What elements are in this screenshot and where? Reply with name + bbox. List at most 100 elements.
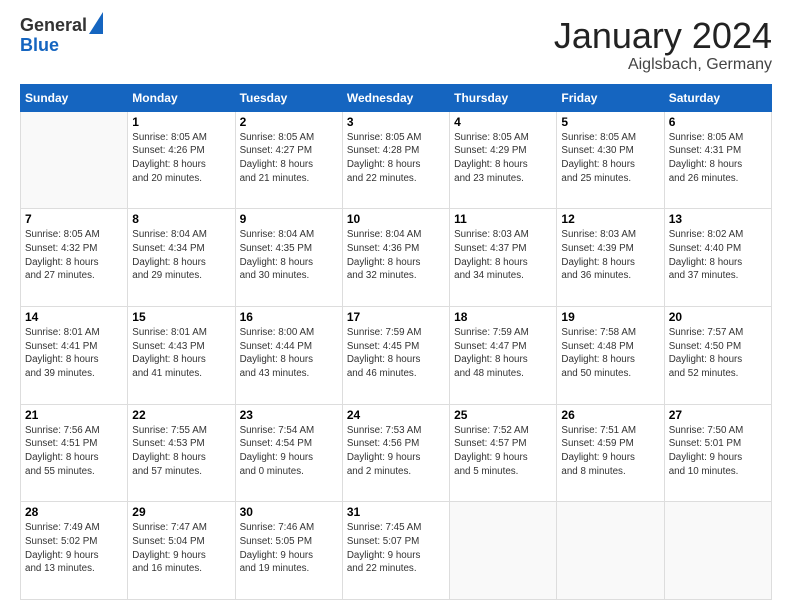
day-number: 8 [132,212,230,226]
calendar-cell: 1Sunrise: 8:05 AMSunset: 4:26 PMDaylight… [128,111,235,209]
day-number: 21 [25,408,123,422]
calendar-week-2: 7Sunrise: 8:05 AMSunset: 4:32 PMDaylight… [21,209,772,307]
calendar-cell: 2 Sunrise: 8:05 AMSunset: 4:27 PMDaylight… [235,111,342,209]
calendar-cell: 19 Sunrise: 7:58 AMSunset: 4:48 PMDayligh… [557,306,664,404]
day-number: 12 [561,212,659,226]
day-number: 4 [454,115,552,129]
calendar-cell: 8 Sunrise: 8:04 AMSunset: 4:34 PMDaylight… [128,209,235,307]
logo-triangle-icon [89,12,103,34]
calendar-week-1: 1Sunrise: 8:05 AMSunset: 4:26 PMDaylight… [21,111,772,209]
day-number: 11 [454,212,552,226]
day-number: 29 [132,505,230,519]
day-info: Sunrise: 8:03 AMSunset: 4:39 PMDaylight:… [561,228,659,283]
day-info: Sunrise: 7:45 AMSunset: 5:07 PMDaylight:… [347,521,445,576]
calendar-cell: 23 Sunrise: 7:54 AMSunset: 4:54 PMDayligh… [235,404,342,502]
calendar-cell: 9 Sunrise: 8:04 AMSunset: 4:35 PMDaylight… [235,209,342,307]
logo: General Blue [20,16,103,56]
header: General Blue January 2024 Aiglsbach, Ger… [20,16,772,74]
day-info: Sunrise: 8:05 AMSunset: 4:28 PMDaylight:… [347,131,445,186]
day-info: Sunrise: 8:05 AMSunset: 4:30 PMDaylight:… [561,131,659,186]
calendar-cell: 16 Sunrise: 8:00 AMSunset: 4:44 PMDayligh… [235,306,342,404]
calendar-cell: 22 Sunrise: 7:55 AMSunset: 4:53 PMDayligh… [128,404,235,502]
day-number: 19 [561,310,659,324]
day-info: Sunrise: 8:05 AMSunset: 4:27 PMDaylight:… [240,131,338,186]
day-info: Sunrise: 7:58 AMSunset: 4:48 PMDaylight:… [561,326,659,381]
day-info: Sunrise: 7:50 AMSunset: 5:01 PMDaylight:… [669,424,767,479]
calendar-cell: 26Sunrise: 7:51 AMSunset: 4:59 PMDayligh… [557,404,664,502]
day-number: 15 [132,310,230,324]
calendar-cell: 7Sunrise: 8:05 AMSunset: 4:32 PMDaylight… [21,209,128,307]
day-info: Sunrise: 8:03 AMSunset: 4:37 PMDaylight:… [454,228,552,283]
calendar-cell: 17 Sunrise: 7:59 AMSunset: 4:45 PMDayligh… [342,306,449,404]
day-info: Sunrise: 8:02 AMSunset: 4:40 PMDaylight:… [669,228,767,283]
col-sunday: Sunday [21,84,128,111]
day-info: Sunrise: 7:56 AMSunset: 4:51 PMDaylight:… [25,424,123,479]
calendar-cell: 3 Sunrise: 8:05 AMSunset: 4:28 PMDaylight… [342,111,449,209]
calendar-location: Aiglsbach, Germany [554,56,772,74]
day-info: Sunrise: 7:51 AMSunset: 4:59 PMDaylight:… [561,424,659,479]
day-info: Sunrise: 7:53 AMSunset: 4:56 PMDaylight:… [347,424,445,479]
day-number: 30 [240,505,338,519]
day-info: Sunrise: 8:04 AMSunset: 4:34 PMDaylight:… [132,228,230,283]
calendar-week-4: 21 Sunrise: 7:56 AMSunset: 4:51 PMDayligh… [21,404,772,502]
calendar-cell: 13Sunrise: 8:02 AMSunset: 4:40 PMDayligh… [664,209,771,307]
day-info: Sunrise: 7:46 AMSunset: 5:05 PMDaylight:… [240,521,338,576]
logo-blue: Blue [20,36,87,56]
day-number: 10 [347,212,445,226]
day-info: Sunrise: 7:49 AMSunset: 5:02 PMDaylight:… [25,521,123,576]
day-number: 7 [25,212,123,226]
col-saturday: Saturday [664,84,771,111]
day-info: Sunrise: 8:04 AMSunset: 4:35 PMDaylight:… [240,228,338,283]
col-wednesday: Wednesday [342,84,449,111]
calendar-cell: 11 Sunrise: 8:03 AMSunset: 4:37 PMDayligh… [450,209,557,307]
day-info: Sunrise: 8:05 AMSunset: 4:29 PMDaylight:… [454,131,552,186]
day-number: 17 [347,310,445,324]
calendar-cell: 28 Sunrise: 7:49 AMSunset: 5:02 PMDayligh… [21,502,128,600]
calendar-cell: 4 Sunrise: 8:05 AMSunset: 4:29 PMDaylight… [450,111,557,209]
day-number: 9 [240,212,338,226]
day-info: Sunrise: 7:57 AMSunset: 4:50 PMDaylight:… [669,326,767,381]
day-info: Sunrise: 8:04 AMSunset: 4:36 PMDaylight:… [347,228,445,283]
calendar-header-row: Sunday Monday Tuesday Wednesday Thursday… [21,84,772,111]
calendar-cell: 14 Sunrise: 8:01 AMSunset: 4:41 PMDayligh… [21,306,128,404]
day-number: 6 [669,115,767,129]
day-number: 20 [669,310,767,324]
day-number: 18 [454,310,552,324]
calendar-cell: 30 Sunrise: 7:46 AMSunset: 5:05 PMDayligh… [235,502,342,600]
day-info: Sunrise: 7:47 AMSunset: 5:04 PMDaylight:… [132,521,230,576]
day-number: 5 [561,115,659,129]
calendar-cell [557,502,664,600]
day-info: Sunrise: 7:55 AMSunset: 4:53 PMDaylight:… [132,424,230,479]
col-tuesday: Tuesday [235,84,342,111]
calendar-cell [21,111,128,209]
day-number: 31 [347,505,445,519]
calendar-cell: 24 Sunrise: 7:53 AMSunset: 4:56 PMDayligh… [342,404,449,502]
day-number: 16 [240,310,338,324]
day-number: 2 [240,115,338,129]
day-info: Sunrise: 8:00 AMSunset: 4:44 PMDaylight:… [240,326,338,381]
day-info: Sunrise: 8:05 AMSunset: 4:31 PMDaylight:… [669,131,767,186]
calendar-week-5: 28 Sunrise: 7:49 AMSunset: 5:02 PMDayligh… [21,502,772,600]
day-info: Sunrise: 7:52 AMSunset: 4:57 PMDaylight:… [454,424,552,479]
day-number: 28 [25,505,123,519]
day-info: Sunrise: 7:59 AMSunset: 4:47 PMDaylight:… [454,326,552,381]
calendar-cell: 5 Sunrise: 8:05 AMSunset: 4:30 PMDaylight… [557,111,664,209]
day-info: Sunrise: 8:01 AMSunset: 4:41 PMDaylight:… [25,326,123,381]
col-friday: Friday [557,84,664,111]
day-number: 3 [347,115,445,129]
calendar-cell: 12 Sunrise: 8:03 AMSunset: 4:39 PMDayligh… [557,209,664,307]
day-info: Sunrise: 7:59 AMSunset: 4:45 PMDaylight:… [347,326,445,381]
day-info: Sunrise: 8:05 AMSunset: 4:26 PMDaylight:… [132,131,230,186]
page: General Blue January 2024 Aiglsbach, Ger… [0,0,792,612]
day-number: 22 [132,408,230,422]
calendar-cell: 21 Sunrise: 7:56 AMSunset: 4:51 PMDayligh… [21,404,128,502]
calendar-cell: 15Sunrise: 8:01 AMSunset: 4:43 PMDayligh… [128,306,235,404]
calendar-cell [450,502,557,600]
day-info: Sunrise: 7:54 AMSunset: 4:54 PMDaylight:… [240,424,338,479]
day-number: 14 [25,310,123,324]
calendar-cell: 6 Sunrise: 8:05 AMSunset: 4:31 PMDaylight… [664,111,771,209]
day-number: 24 [347,408,445,422]
calendar-table: Sunday Monday Tuesday Wednesday Thursday… [20,84,772,600]
calendar-cell: 20 Sunrise: 7:57 AMSunset: 4:50 PMDayligh… [664,306,771,404]
day-number: 23 [240,408,338,422]
